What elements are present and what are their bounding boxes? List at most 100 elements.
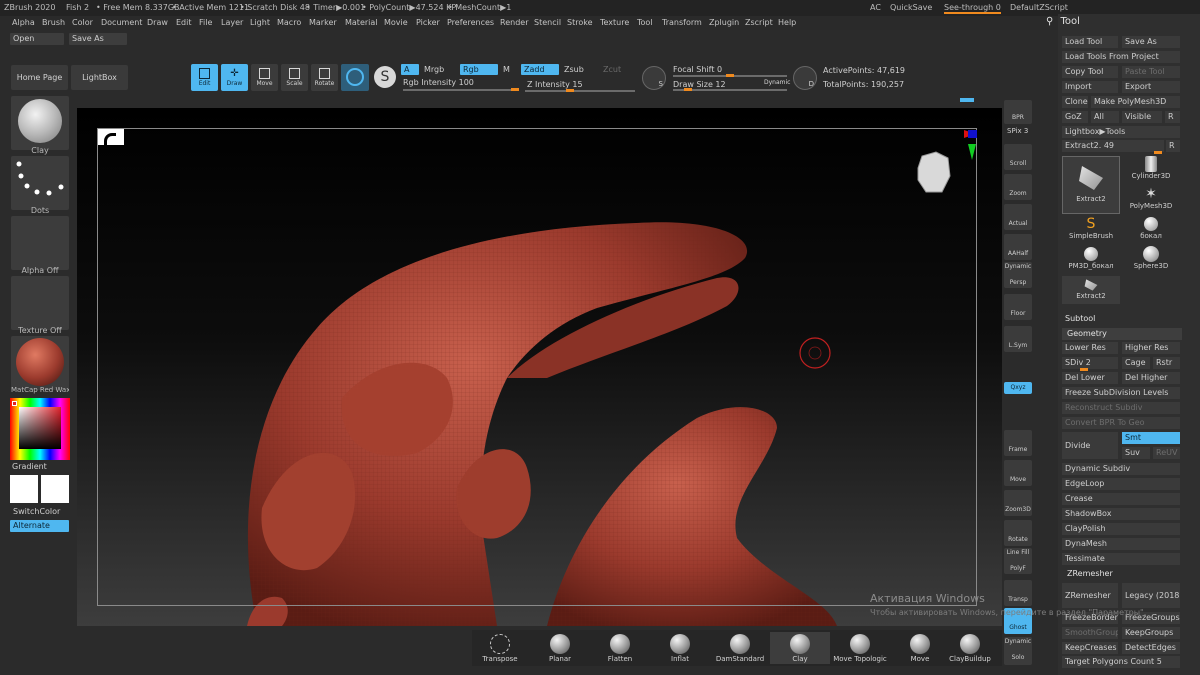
home-page-button[interactable]: Home Page xyxy=(11,65,68,90)
zremesher-button[interactable]: ZRemesher xyxy=(1062,583,1118,608)
menu-movie[interactable]: Movie xyxy=(384,18,408,27)
draw-mode-button[interactable]: ✛ Draw xyxy=(221,64,248,91)
canvas-viewport[interactable] xyxy=(77,108,1002,626)
smt-toggle[interactable]: Smt xyxy=(1122,432,1180,444)
brush-planar[interactable]: Planar xyxy=(530,632,590,664)
move-view-button[interactable]: Move xyxy=(1004,460,1032,486)
mrgb-toggle[interactable]: Mrgb xyxy=(421,64,457,75)
transp-button[interactable]: Transp xyxy=(1004,580,1032,606)
tool-panel-title[interactable]: ⚲ Tool xyxy=(1046,16,1080,27)
persp-button[interactable]: Dynamic Persp xyxy=(1004,262,1032,288)
tool-tile-simplebrush[interactable]: S SimpleBrush xyxy=(1062,216,1120,246)
cage-button[interactable]: Cage xyxy=(1122,357,1150,369)
reuv-toggle[interactable]: ReUV xyxy=(1153,447,1180,459)
shadowbox-button[interactable]: ShadowBox xyxy=(1062,508,1180,520)
scroll-indicator[interactable] xyxy=(960,98,974,102)
floor-button[interactable]: Floor xyxy=(1004,294,1032,320)
menu-picker[interactable]: Picker xyxy=(416,18,440,27)
navigation-gizmo[interactable] xyxy=(912,126,982,198)
menu-texture[interactable]: Texture xyxy=(600,18,629,27)
spix-label[interactable]: SPix 3 xyxy=(1007,127,1028,135)
tool-tile-sphere3d[interactable]: Sphere3D xyxy=(1122,246,1180,276)
zremesher-section[interactable]: ZRemesher xyxy=(1062,568,1182,580)
load-tools-from-project-button[interactable]: Load Tools From Project xyxy=(1062,51,1180,63)
claypolish-button[interactable]: ClayPolish xyxy=(1062,523,1180,535)
keep-creases-button[interactable]: KeepCreases xyxy=(1062,642,1118,654)
menu-tool[interactable]: Tool xyxy=(637,18,653,27)
switch-color-button[interactable]: SwitchColor xyxy=(10,506,69,518)
polyf-button[interactable]: Line Fill PolyF xyxy=(1004,548,1032,574)
xyz-button[interactable]: Qxyz xyxy=(1004,382,1032,394)
rgb-toggle[interactable]: Rgb xyxy=(460,64,498,75)
gizmo-button[interactable] xyxy=(341,64,369,91)
menu-color[interactable]: Color xyxy=(72,18,93,27)
tool-tile-extract2-active[interactable]: Extract2 xyxy=(1062,156,1120,214)
suv-toggle[interactable]: Suv xyxy=(1122,447,1150,459)
brush-inflat[interactable]: Inflat xyxy=(650,632,710,664)
detect-edges-button[interactable]: DetectEdges xyxy=(1122,642,1180,654)
zadd-toggle[interactable]: Zadd xyxy=(521,64,559,75)
tool-tile-pm3d-bokal[interactable]: PM3D_бокал xyxy=(1062,246,1120,276)
freeze-subdiv-button[interactable]: Freeze SubDivision Levels xyxy=(1062,387,1180,399)
divide-button[interactable]: Divide xyxy=(1062,432,1118,459)
zcut-toggle[interactable]: Zcut xyxy=(600,64,630,75)
menu-file[interactable]: File xyxy=(199,18,212,27)
lower-res-button[interactable]: Lower Res xyxy=(1062,342,1118,354)
tessimate-button[interactable]: Tessimate xyxy=(1062,553,1180,565)
move-mode-button[interactable]: Move xyxy=(251,64,278,91)
menu-marker[interactable]: Marker xyxy=(309,18,337,27)
material-thumb[interactable] xyxy=(11,336,69,390)
dynamic-toggle[interactable]: Dynamic xyxy=(764,79,790,86)
menu-preferences[interactable]: Preferences xyxy=(447,18,494,27)
color-picker[interactable] xyxy=(10,398,70,460)
crease-button[interactable]: Crease xyxy=(1062,493,1180,505)
dynamesh-button[interactable]: DynaMesh xyxy=(1062,538,1180,550)
rotate-view-button[interactable]: Rotate xyxy=(1004,520,1032,546)
edit-mode-button[interactable]: Edit xyxy=(191,64,218,91)
del-higher-button[interactable]: Del Higher xyxy=(1122,372,1180,384)
alternate-button[interactable]: Alternate xyxy=(10,520,69,532)
rgb-intensity-slider[interactable] xyxy=(403,89,519,91)
sdiv-slider[interactable]: SDiv 2 xyxy=(1062,357,1118,369)
lightbox-button[interactable]: LightBox xyxy=(71,65,128,90)
edgeloop-button[interactable]: EdgeLoop xyxy=(1062,478,1180,490)
menu-draw[interactable]: Draw xyxy=(147,18,168,27)
tool-tile-extract2[interactable]: Extract2 xyxy=(1062,276,1120,304)
m-toggle[interactable]: M xyxy=(500,64,516,75)
convert-bpr-button[interactable]: Convert BPR To Geo xyxy=(1062,417,1180,429)
higher-res-button[interactable]: Higher Res xyxy=(1122,342,1180,354)
reconstruct-subdiv-button[interactable]: Reconstruct Subdiv xyxy=(1062,402,1180,414)
z-intensity-slider[interactable] xyxy=(525,90,635,92)
brush-clay-active[interactable]: Clay xyxy=(770,632,830,664)
lightbox-tools-button[interactable]: Lightbox▶Tools xyxy=(1062,126,1180,138)
menu-brush[interactable]: Brush xyxy=(42,18,65,27)
tool-tile-cylinder3d[interactable]: Cylinder3D xyxy=(1122,156,1180,186)
copy-tool-button[interactable]: Copy Tool xyxy=(1062,66,1118,78)
rgb-intensity-knob[interactable] xyxy=(511,88,519,91)
lazy-mouse-d-button[interactable]: D xyxy=(793,66,817,90)
export-button[interactable]: Export xyxy=(1122,81,1180,93)
brush-move-topologic[interactable]: Move Topologic xyxy=(830,632,890,664)
import-button[interactable]: Import xyxy=(1062,81,1118,93)
del-lower-button[interactable]: Del Lower xyxy=(1062,372,1118,384)
zsub-toggle[interactable]: Zsub xyxy=(561,64,597,75)
dynamic-subdiv-button[interactable]: Dynamic Subdiv xyxy=(1062,463,1180,475)
tool-save-as-button[interactable]: Save As xyxy=(1122,36,1180,48)
a-toggle[interactable]: A xyxy=(401,64,419,75)
make-polymesh-button[interactable]: Make PolyMesh3D xyxy=(1091,96,1180,108)
tool-tile-bokal[interactable]: бокал xyxy=(1122,216,1180,246)
paste-tool-button[interactable]: Paste Tool xyxy=(1122,66,1180,78)
draw-size-knob[interactable] xyxy=(684,88,692,91)
main-color-swatch[interactable] xyxy=(10,475,38,503)
menu-render[interactable]: Render xyxy=(500,18,528,27)
goz-r-button[interactable]: R xyxy=(1165,111,1180,123)
stroke-thumb[interactable] xyxy=(11,156,69,210)
z-intensity-knob[interactable] xyxy=(565,89,574,92)
color-square[interactable] xyxy=(19,407,61,449)
menu-stroke[interactable]: Stroke xyxy=(567,18,593,27)
keep-groups-button[interactable]: KeepGroups xyxy=(1122,627,1180,639)
texture-thumb[interactable] xyxy=(11,276,69,330)
legacy-button[interactable]: Legacy (2018) xyxy=(1122,583,1180,608)
solo-button[interactable]: Dynamic Solo xyxy=(1004,637,1032,665)
see-through-slider[interactable]: See-through 0 xyxy=(944,3,1001,14)
